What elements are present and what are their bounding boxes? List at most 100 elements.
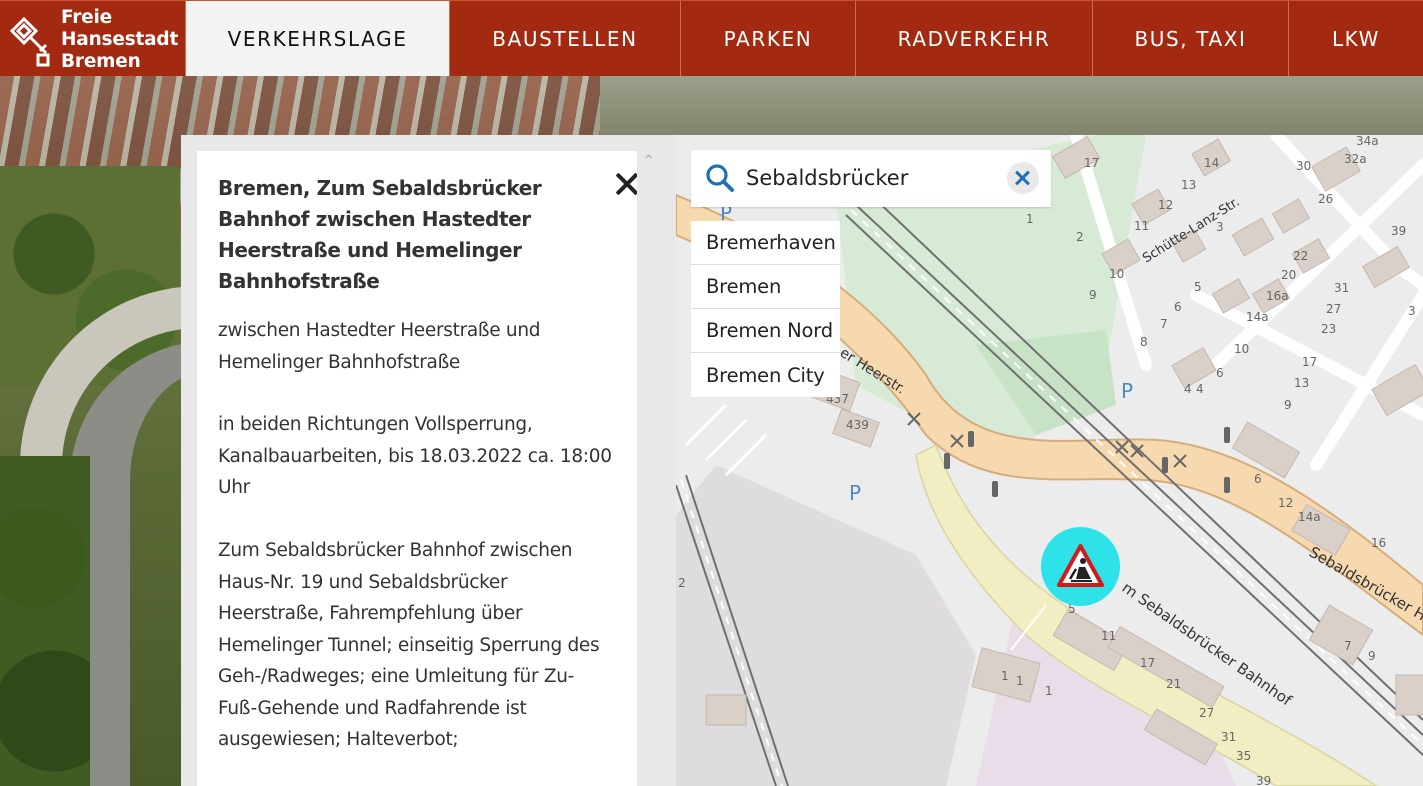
house-number: 7 <box>1160 317 1168 331</box>
nav-tab-radverkehr[interactable]: RADVERKEHR <box>856 1 1093 77</box>
info-panel-scrollbar[interactable]: ^ <box>637 151 660 786</box>
clear-search-icon[interactable] <box>1007 162 1039 194</box>
bremen-key-icon <box>10 17 50 67</box>
house-number: 14a <box>1298 510 1321 524</box>
house-number: 9 <box>1284 398 1292 412</box>
incident-details-line: Heerstraße, Fahrempfehlung über <box>218 603 523 624</box>
house-number: 20 <box>1281 268 1296 282</box>
house-number: 1 <box>1026 212 1034 226</box>
house-number: 13 <box>1294 376 1309 390</box>
info-panel-container: Bremen, Zum Sebaldsbrücker Bahnhof zwisc… <box>181 135 676 786</box>
photo-greenery <box>0 456 90 786</box>
house-number: 14a <box>1246 310 1269 324</box>
house-number: 3 <box>1408 304 1416 318</box>
nav-tab-verkehrslage[interactable]: VERKEHRSLAGE <box>186 1 450 77</box>
parking-label: P <box>849 481 861 505</box>
house-number: 6 <box>1254 472 1262 486</box>
logo-line-2: Hansestadt <box>61 29 179 50</box>
house-number: 9 <box>1089 288 1097 302</box>
house-number: 13 <box>1181 178 1196 192</box>
incident-details-line: Haus-Nr. 19 und Sebaldsbrücker <box>218 571 508 593</box>
house-number: 30 <box>1296 159 1311 173</box>
house-number: 23 <box>1321 322 1336 336</box>
search-icon[interactable] <box>705 163 735 193</box>
info-panel[interactable]: Bremen, Zum Sebaldsbrücker Bahnhof zwisc… <box>197 151 637 786</box>
house-number: 14 <box>1204 156 1219 170</box>
incident-location: zwischen Hastedter Heerstraße und Hemeli… <box>218 315 618 378</box>
incident-summary: in beiden Richtungen Vollsperrung, Kanal… <box>218 409 618 504</box>
house-number: 6 <box>1216 366 1224 380</box>
house-number: 26 <box>1318 192 1333 206</box>
house-number: 4 <box>1184 382 1192 396</box>
house-number: 31 <box>1334 281 1349 295</box>
close-icon[interactable] <box>611 169 637 199</box>
nav-tab-lkw[interactable]: LKW <box>1289 1 1423 77</box>
nav-tab-baustellen[interactable]: BAUSTELLEN <box>450 1 681 77</box>
search-input[interactable] <box>746 158 996 198</box>
suggestion-item[interactable]: Bremen City <box>691 353 840 397</box>
house-number: 2 <box>1076 230 1084 244</box>
house-number: 3 <box>1216 220 1224 234</box>
roadwork-warning-icon <box>1057 544 1104 587</box>
roadwork-marker[interactable] <box>1041 527 1120 606</box>
incident-summary-line: Kanalbauarbeiten, bis 18.03.2022 ca. 18:… <box>218 445 612 467</box>
house-number: 27 <box>1326 302 1341 316</box>
house-number: 17 <box>1302 355 1317 369</box>
house-number: 1 <box>1001 669 1009 683</box>
incident-details-line: Zum Sebaldsbrücker Bahnhof zwischen <box>218 540 573 561</box>
incident-details-line: Hemelinger Tunnel; einseitig Sperrung de… <box>218 634 600 656</box>
map-parking-lot <box>684 403 768 477</box>
incident-details-line: Fuß-Gehende und Radfahrende ist <box>218 697 527 719</box>
scroll-up-arrow-icon[interactable]: ^ <box>644 153 653 166</box>
house-number: 6 <box>1174 300 1182 314</box>
suggestion-item[interactable]: Bremen <box>691 265 840 309</box>
house-number: 34a <box>1356 135 1379 148</box>
top-navigation-bar: Freie Hansestadt Bremen VERKEHRSLAGE BAU… <box>0 0 1423 77</box>
house-number: 27 <box>1199 706 1214 720</box>
incident-details: Zum Sebaldsbrücker Bahnhof zwischen Haus… <box>218 535 618 756</box>
house-number: 17 <box>1084 156 1099 170</box>
main-nav: VERKEHRSLAGE BAUSTELLEN PARKEN RADVERKEH… <box>186 1 1423 77</box>
house-number: 10 <box>1109 267 1124 281</box>
house-number: 39 <box>1256 774 1271 786</box>
incident-details-line: ausgewiesen; Halteverbot; <box>218 729 459 750</box>
incident-location-line: Hemelinger Bahnhofstraße <box>218 351 461 373</box>
house-number: 11 <box>1101 629 1116 643</box>
house-number: 12 <box>1158 198 1173 212</box>
house-number: 35 <box>1236 749 1251 763</box>
house-number: 4 <box>1196 382 1204 396</box>
search-box <box>691 150 1051 207</box>
house-number: 22 <box>1293 249 1308 263</box>
incident-details-line: Geh-/Radweges; eine Umleitung für Zu- <box>218 666 575 687</box>
suggestion-item[interactable]: Bremen Nord <box>691 309 840 353</box>
logo-line-1: Freie <box>61 7 113 28</box>
search-suggestions: Bremerhaven Bremen Bremen Nord Bremen Ci… <box>691 221 840 397</box>
house-number: 10 <box>1234 342 1249 356</box>
incident-location-line: zwischen Hastedter Heerstraße und <box>218 320 541 341</box>
parking-label: P <box>1121 379 1133 403</box>
house-number: 7 <box>1344 639 1352 653</box>
house-number: 16 <box>1371 536 1386 550</box>
house-number: 1 <box>1045 684 1053 698</box>
house-number: 17 <box>1140 656 1155 670</box>
house-number: 11 <box>1134 219 1149 233</box>
house-number: 8 <box>1140 335 1148 349</box>
bremen-logo[interactable]: Freie Hansestadt Bremen <box>0 1 186 77</box>
house-number: 439 <box>846 418 869 432</box>
house-number: 1 <box>1016 674 1024 688</box>
nav-tab-parken[interactable]: PARKEN <box>681 1 856 77</box>
nav-tab-bus-taxi[interactable]: BUS, TAXI <box>1093 1 1289 77</box>
incident-summary-line: in beiden Richtungen Vollsperrung, <box>218 414 533 435</box>
house-number: 39 <box>1391 224 1406 238</box>
logo-line-3: Bremen <box>61 51 141 72</box>
incident-title: Bremen, Zum Sebaldsbrücker Bahnhof zwisc… <box>218 176 542 293</box>
house-number: 16a <box>1266 289 1289 303</box>
house-number: 9 <box>1368 649 1376 663</box>
incident-summary-line: Uhr <box>218 477 250 498</box>
house-number: 2 <box>678 576 686 590</box>
house-number: 31 <box>1221 730 1236 744</box>
house-number: 5 <box>1194 280 1202 294</box>
suggestion-item[interactable]: Bremerhaven <box>691 221 840 265</box>
house-number: 12 <box>1278 496 1293 510</box>
house-number: 21 <box>1166 677 1181 691</box>
